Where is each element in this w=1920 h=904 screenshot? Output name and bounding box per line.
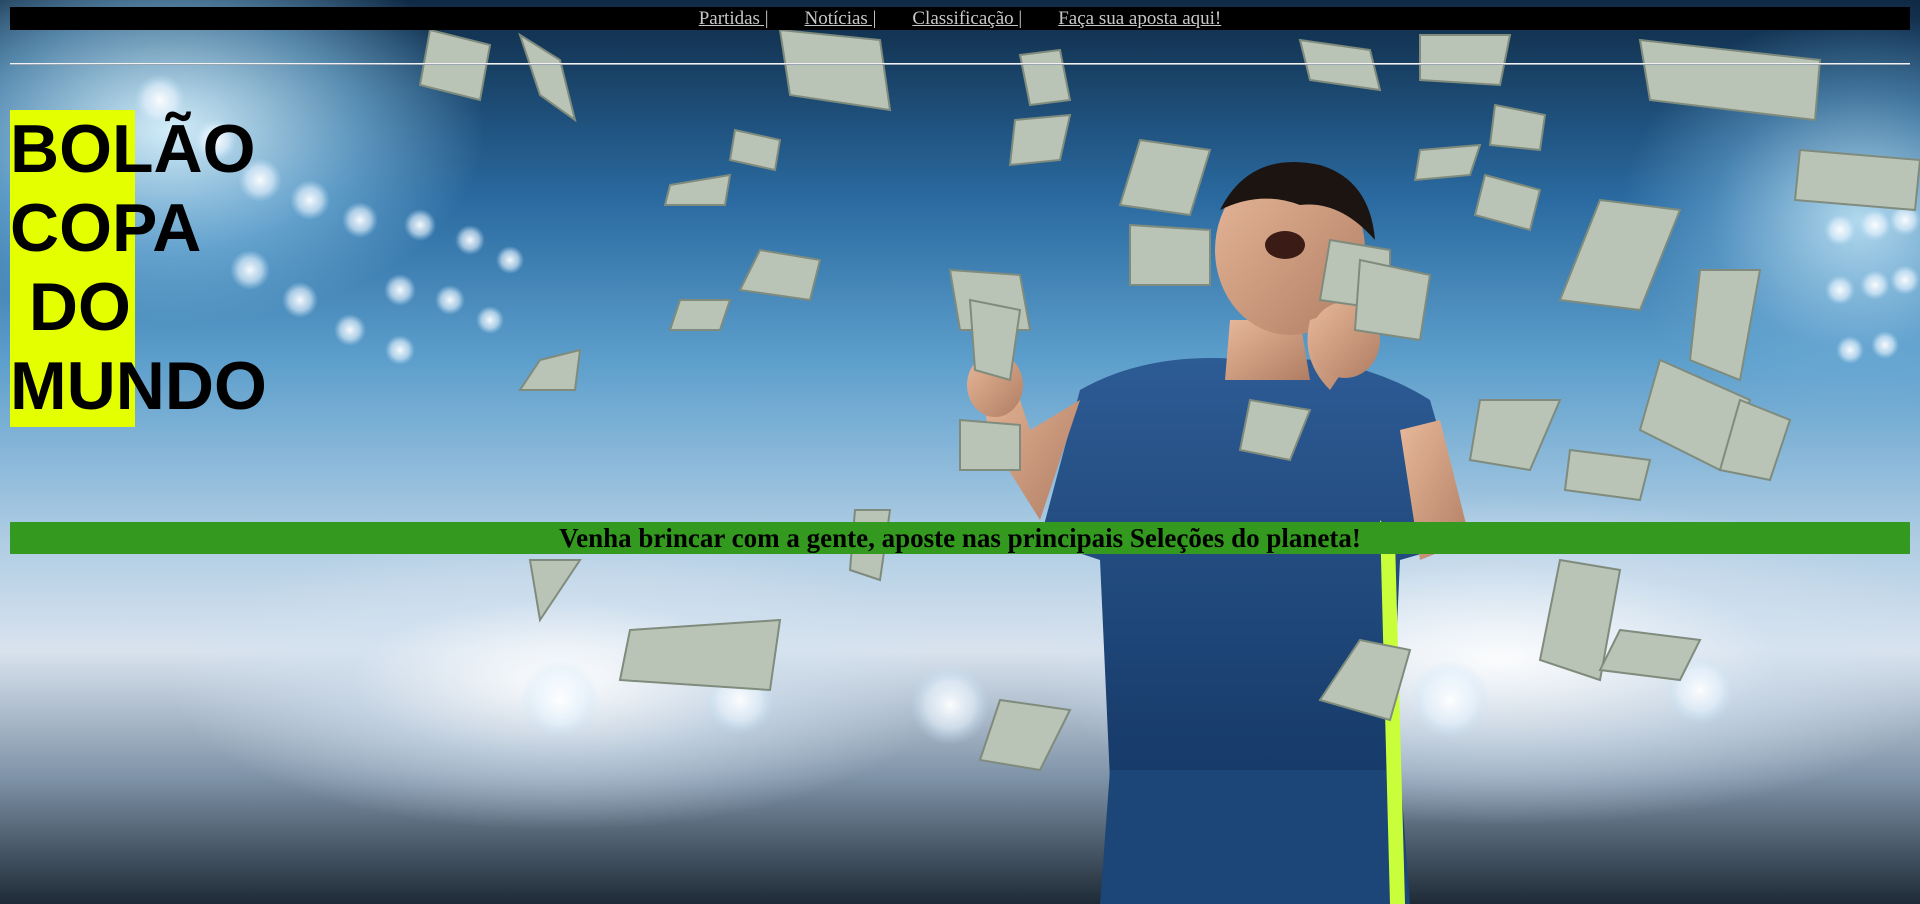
top-nav: Partidas | Notícias | Classificação | Faça … <box>10 7 1910 30</box>
horizontal-divider <box>10 63 1910 65</box>
page-title: BOLÃO COPA DO MUNDO <box>10 110 267 426</box>
title-line-2: COPA <box>10 190 202 266</box>
title-line-4: MUNDO <box>10 348 267 424</box>
hero-background-image <box>0 0 1920 904</box>
nav-link-partidas[interactable]: Partidas | <box>699 8 769 29</box>
nav-link-noticias[interactable]: Notícias | <box>805 8 877 29</box>
nav-link-classificacao[interactable]: Classificação | <box>912 8 1022 29</box>
title-line-3: DO <box>10 269 131 345</box>
promo-banner: Venha brincar com a gente, aposte nas pr… <box>10 522 1910 554</box>
title-line-1: BOLÃO <box>10 111 256 187</box>
stadium-lights-right <box>1824 204 1920 364</box>
celebrating-player-illustration <box>134 28 1920 904</box>
nav-link-faca-sua-aposta[interactable]: Faça sua aposta aqui! <box>1058 8 1221 29</box>
